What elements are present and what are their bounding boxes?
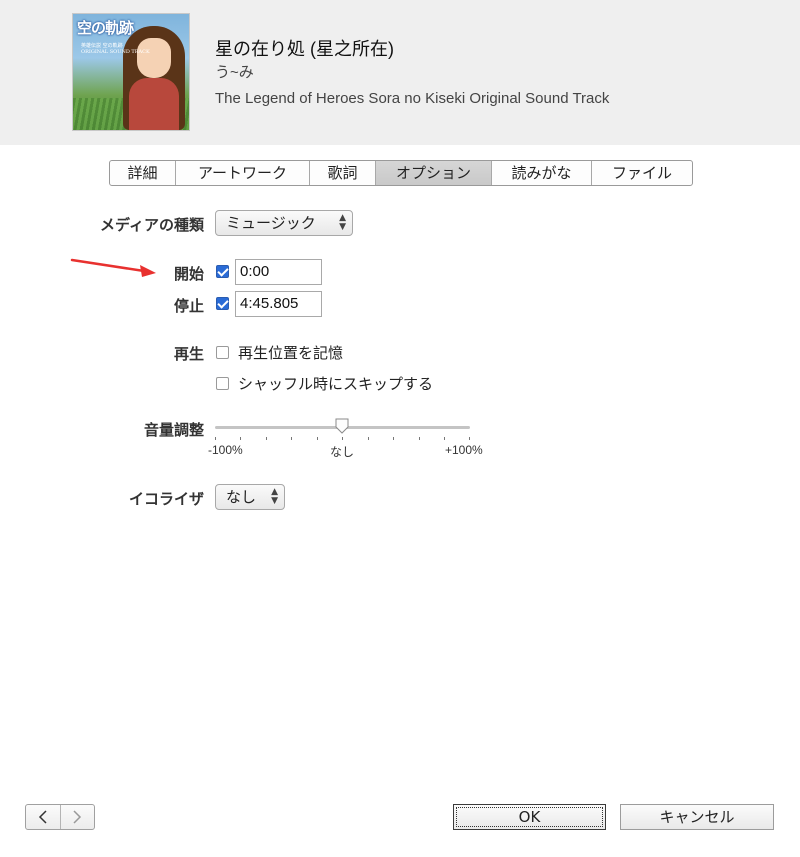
volume-tick <box>342 437 343 440</box>
chevron-right-icon <box>73 810 82 824</box>
tab-file[interactable]: ファイル <box>592 161 692 185</box>
volume-min-label: -100% <box>208 443 243 457</box>
skip-shuffle-checkbox[interactable] <box>216 377 229 390</box>
media-kind-label: メディアの種類 <box>100 216 204 234</box>
next-track-button[interactable] <box>61 805 95 829</box>
volume-tick <box>317 437 318 440</box>
chevron-left-icon <box>38 810 47 824</box>
volume-mid-label: なし <box>330 445 355 459</box>
volume-tick <box>393 437 394 440</box>
volume-max-label: +100% <box>445 443 483 457</box>
start-label: 開始 <box>173 265 204 283</box>
volume-tick <box>469 437 470 440</box>
stop-checkbox[interactable] <box>216 297 229 310</box>
equalizer-select[interactable]: なし ▲ ▼ <box>215 484 285 510</box>
volume-label: 音量調整 <box>143 421 204 439</box>
track-navigation <box>25 804 95 830</box>
tab-options[interactable]: オプション <box>376 161 492 185</box>
tab-artwork[interactable]: アートワーク <box>176 161 310 185</box>
cancel-button[interactable]: キャンセル <box>620 804 774 830</box>
volume-tick <box>291 437 292 440</box>
volume-tick <box>240 437 241 440</box>
track-info: 星の在り処 (星之所在) う~み The Legend of Heroes So… <box>215 38 609 109</box>
previous-track-button[interactable] <box>26 805 61 829</box>
volume-tick <box>444 437 445 440</box>
start-checkbox[interactable] <box>216 265 229 278</box>
volume-tick <box>215 437 216 440</box>
tab-details[interactable]: 詳細 <box>110 161 176 185</box>
volume-tick <box>419 437 420 440</box>
album-art-figure-body <box>129 78 179 130</box>
album-artwork: 空の軌跡 英雄伝説 空の軌跡 ORIGINAL SOUND TRACK <box>73 14 189 130</box>
album-art-subtitle: 英雄伝説 空の軌跡 ORIGINAL SOUND TRACK <box>81 43 151 55</box>
album-name: The Legend of Heroes Sora no Kiseki Orig… <box>215 90 610 107</box>
track-header: 空の軌跡 英雄伝説 空の軌跡 ORIGINAL SOUND TRACK 星の在り… <box>0 0 800 145</box>
media-kind-value: ミュージック <box>226 214 316 232</box>
ok-button[interactable]: OK <box>453 804 606 830</box>
volume-tick <box>266 437 267 440</box>
volume-tick <box>368 437 369 440</box>
volume-slider-thumb[interactable] <box>335 418 349 434</box>
album-art-logo: 空の軌跡 <box>77 19 134 37</box>
stop-label: 停止 <box>173 297 204 315</box>
remember-position-label: 再生位置を記憶 <box>238 344 344 362</box>
chevron-up-down-icon: ▲ ▼ <box>339 213 346 232</box>
equalizer-value: なし <box>226 488 257 506</box>
chevron-up-down-icon: ▲ ▼ <box>271 487 278 506</box>
skip-shuffle-label: シャッフル時にスキップする <box>238 375 434 393</box>
artist-name: う~み <box>215 64 254 81</box>
album-art-subtitle-line: ORIGINAL SOUND TRACK <box>81 49 150 55</box>
playback-label: 再生 <box>173 345 204 363</box>
annotation-arrow-icon <box>70 258 156 277</box>
volume-ticks <box>215 437 470 441</box>
song-title: 星の在り処 (星之所在) <box>215 39 394 59</box>
tab-lyrics[interactable]: 歌詞 <box>310 161 376 185</box>
remember-position-checkbox[interactable] <box>216 346 229 359</box>
equalizer-label: イコライザ <box>128 490 204 508</box>
tab-sorting[interactable]: 読みがな <box>492 161 592 185</box>
tab-bar: 詳細 アートワーク 歌詞 オプション 読みがな ファイル <box>109 160 693 186</box>
media-kind-select[interactable]: ミュージック ▲ ▼ <box>215 210 353 236</box>
stop-time-input[interactable]: 4:45.805 <box>235 291 322 317</box>
start-time-input[interactable]: 0:00 <box>235 259 322 285</box>
